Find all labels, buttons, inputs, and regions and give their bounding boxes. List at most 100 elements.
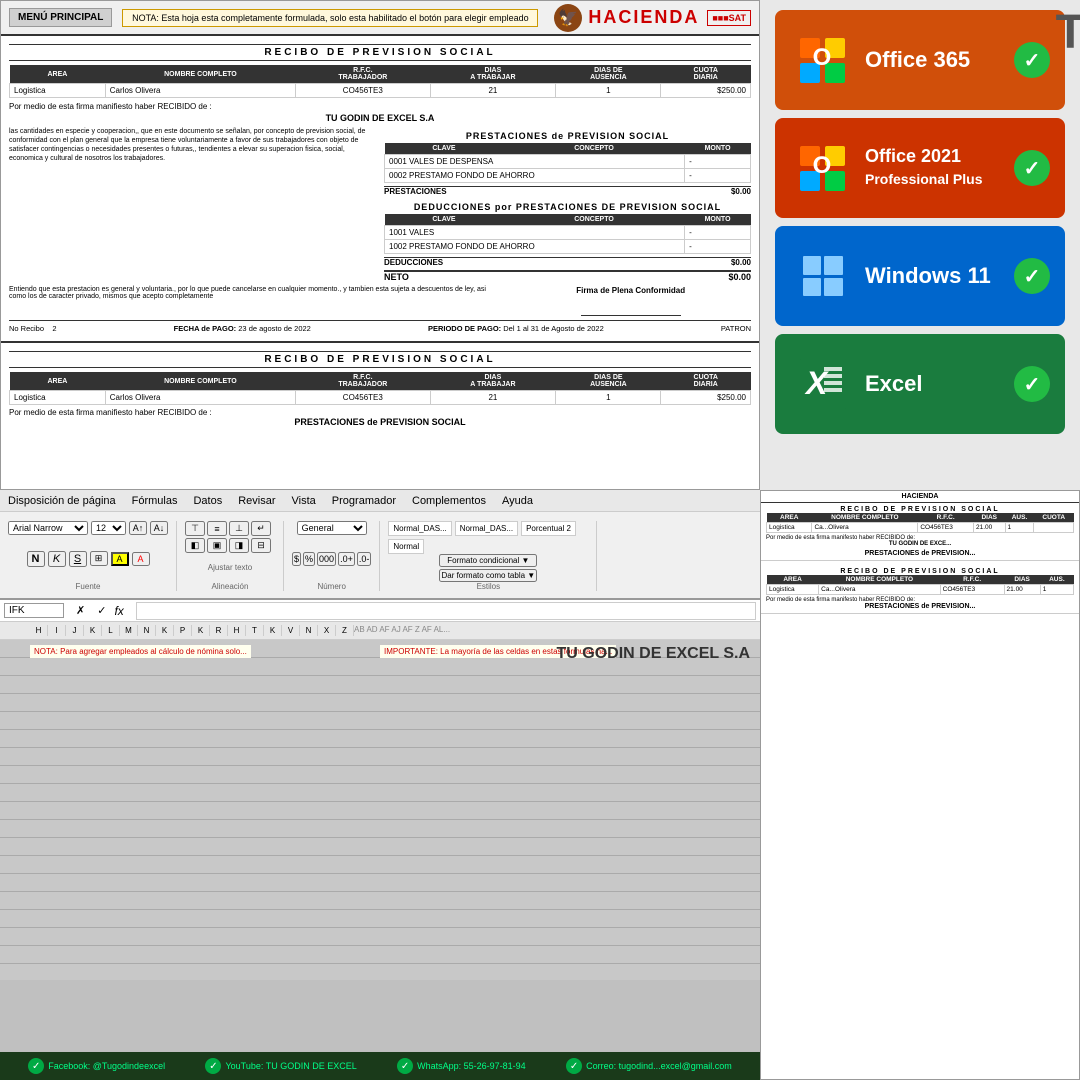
currency-btn[interactable]: $ (292, 552, 301, 566)
menu-revisar[interactable]: Revisar (238, 495, 275, 507)
col-rfc: R.F.C.TRABAJADOR (296, 65, 431, 84)
text2: Entiendo que esta prestacion es general … (9, 286, 490, 316)
align-right-btn[interactable]: ◨ (229, 538, 249, 553)
font-size-select[interactable]: 12 (91, 521, 126, 535)
nota-nomina-banner: NOTA: Para agregar empleados al cálculo … (30, 645, 251, 658)
underline-btn[interactable]: S (69, 551, 87, 567)
sr-dias-val: 21.00 (973, 523, 1005, 533)
fill-color-btn[interactable]: A (111, 552, 129, 566)
align-bottom-btn[interactable]: ⊥ (229, 521, 249, 536)
percent-btn[interactable]: % (303, 552, 315, 566)
font-family-select[interactable]: Arial Narrow (8, 521, 88, 535)
col-I[interactable]: I (48, 625, 66, 636)
col-headers: H I J K L M N K P K R H T K V N X Z AB A… (0, 622, 760, 640)
col-cuota: CUOTADIARIA (661, 65, 751, 84)
increase-decimal-btn[interactable]: .0+ (338, 552, 355, 566)
style-normal[interactable]: Normal (388, 539, 424, 554)
col-N[interactable]: N (138, 625, 156, 636)
formula-input[interactable] (136, 602, 756, 620)
col-N2[interactable]: N (300, 625, 318, 636)
menu-complementos[interactable]: Complementos (412, 495, 486, 507)
align-middle-btn[interactable]: ≡ (207, 521, 227, 536)
style-porcentual[interactable]: Porcentual 2 (521, 521, 576, 536)
align-left-btn[interactable]: ◧ (185, 538, 205, 553)
thousands-btn[interactable]: 000 (317, 552, 336, 566)
office365-badge[interactable]: O Office 365 ✓ (775, 10, 1065, 110)
cell-reference-input[interactable] (4, 603, 64, 618)
col-X[interactable]: X (318, 625, 336, 636)
sr-empresa: TU GODIN DE EXCE... (766, 541, 1074, 547)
por-medio-text: Por medio de esta firma manifiesto haber… (9, 102, 751, 111)
align-center-btn[interactable]: ▣ (207, 538, 227, 553)
footer-youtube: ✓ YouTube: TU GODIN DE EXCEL (205, 1058, 356, 1074)
small-receipt-title-1: RECIBO DE PREVISION SOCIAL (766, 506, 1074, 513)
office2021-badge[interactable]: O Office 2021 Professional Plus ✓ (775, 118, 1065, 218)
ded-monto-col: MONTO (685, 214, 751, 226)
windows11-icon (790, 244, 855, 309)
merge-btn[interactable]: ⊟ (251, 538, 271, 553)
sr-dias: DIAS (973, 513, 1005, 523)
col-L[interactable]: L (102, 625, 120, 636)
menu-programador[interactable]: Programador (332, 495, 396, 507)
col-K3[interactable]: K (192, 625, 210, 636)
col2-cuota: CUOTADIARIA (661, 372, 751, 391)
col2-area: AREA (10, 372, 106, 391)
italic-btn[interactable]: K (48, 551, 66, 567)
font-style-row: N K S ⊞ A A (27, 551, 150, 567)
col-V[interactable]: V (282, 625, 300, 636)
estilos-label: Estilos (477, 582, 501, 591)
ded-monto1: - (685, 226, 751, 240)
decrease-font-btn[interactable]: A↓ (150, 521, 168, 535)
menu-datos[interactable]: Datos (193, 495, 222, 507)
footer-info: No Recibo 2 FECHA de PAGO: 23 de agosto … (9, 320, 751, 333)
increase-font-btn[interactable]: A↑ (129, 521, 147, 535)
col-P[interactable]: P (174, 625, 192, 636)
prestaciones-total: $0.00 (731, 187, 751, 196)
bold-btn[interactable]: N (27, 551, 45, 567)
formato-cond-btn[interactable]: Formato condicional ▼ (439, 554, 537, 567)
col-T[interactable]: T (246, 625, 264, 636)
neto-label: NETO (384, 272, 409, 282)
decrease-decimal-btn[interactable]: .0- (357, 552, 372, 566)
windows11-badge[interactable]: Windows 11 ✓ (775, 226, 1065, 326)
style-buttons: Normal_DAS... Normal_DAS... Porcentual 2… (388, 521, 588, 554)
style-normal-das[interactable]: Normal_DAS... (388, 521, 451, 536)
col-K[interactable]: K (84, 625, 102, 636)
col-R[interactable]: R (210, 625, 228, 636)
receipt-table-header: AREA NOMBRE COMPLETO R.F.C.TRABAJADOR DI… (9, 65, 751, 98)
col-H[interactable]: H (30, 625, 48, 636)
col-K4[interactable]: K (264, 625, 282, 636)
sr-area-val: Logistica (767, 523, 812, 533)
menu-vista[interactable]: Vista (292, 495, 316, 507)
checkmark-icon: ✓ (97, 604, 106, 617)
cell2-rfc: CO456TE3 (296, 391, 431, 405)
svg-text:O: O (813, 152, 832, 179)
menu-principal-button[interactable]: MENÚ PRINCIPAL (9, 8, 112, 27)
fx-icon: ✗ (76, 604, 85, 617)
border-btn[interactable]: ⊞ (90, 551, 108, 566)
menu-formulas[interactable]: Fórmulas (132, 495, 178, 507)
number-format-select[interactable]: General (297, 521, 367, 535)
table-row-2: Logistica Carlos Olivera CO456TE3 21 1 $… (10, 391, 751, 405)
cell2-dias-aus: 1 (556, 391, 661, 405)
col-Z[interactable]: Z (336, 625, 354, 636)
whatsapp-text: WhatsApp: 55-26-97-81-94 (417, 1061, 526, 1071)
style-normal-das2[interactable]: Normal_DAS... (455, 521, 518, 536)
dar-formato-btn[interactable]: Dar formato como tabla ▼ (439, 569, 537, 582)
font-color-btn[interactable]: A (132, 552, 150, 566)
excel-badge[interactable]: X Excel ✓ (775, 334, 1065, 434)
numero-label: Número (317, 582, 345, 591)
wrap-text-btn[interactable]: ↵ (251, 521, 271, 536)
menu-ayuda[interactable]: Ayuda (502, 495, 533, 507)
col-M[interactable]: M (120, 625, 138, 636)
windows11-check: ✓ (1014, 258, 1050, 294)
deducciones-table: CLAVE CONCEPTO MONTO 1001 VALES - 1002 P… (384, 214, 751, 254)
sr2-row-1: Logistica Ca...Olivera CO456TE3 21.00 1 (767, 585, 1074, 595)
col-nombre: NOMBRE COMPLETO (105, 65, 295, 84)
menu-disposicion[interactable]: Disposición de página (8, 495, 116, 507)
col-J[interactable]: J (66, 625, 84, 636)
col-H2[interactable]: H (228, 625, 246, 636)
col-K2[interactable]: K (156, 625, 174, 636)
align-top-btn[interactable]: ⊤ (185, 521, 205, 536)
ded-clave-col: CLAVE (385, 214, 504, 226)
